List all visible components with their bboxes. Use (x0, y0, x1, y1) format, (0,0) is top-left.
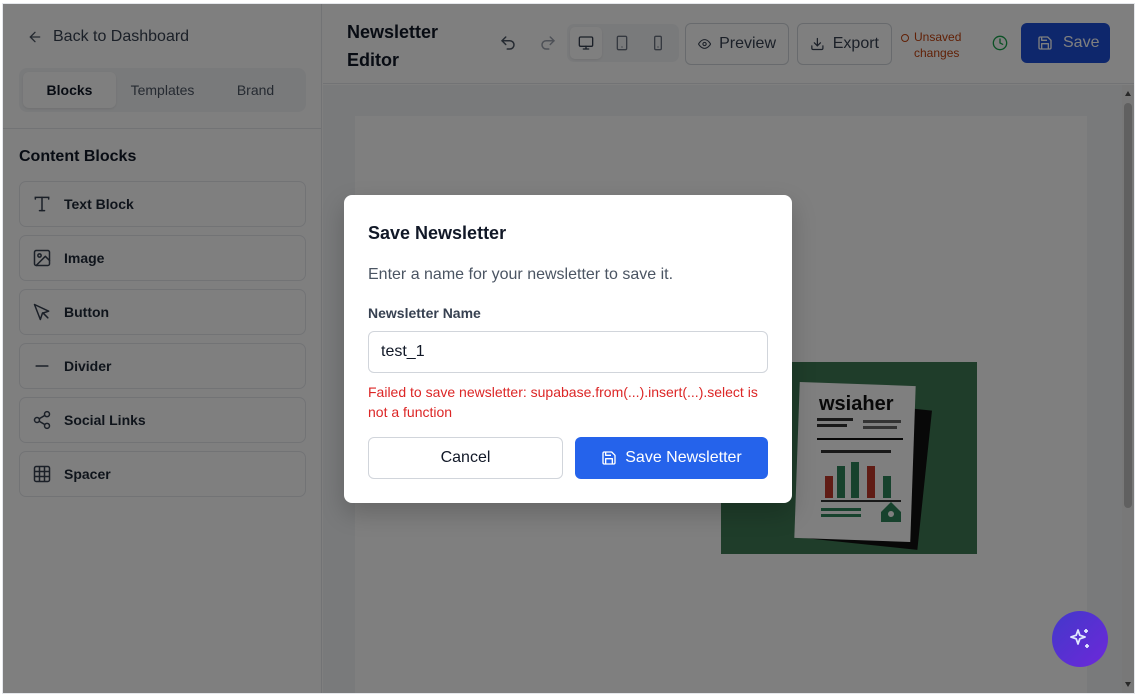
dialog-description: Enter a name for your newsletter to save… (368, 266, 674, 283)
newsletter-name-label: Newsletter Name (368, 305, 481, 321)
cancel-button[interactable]: Cancel (368, 437, 563, 479)
save-newsletter-button[interactable]: Save Newsletter (575, 437, 768, 479)
newsletter-name-input[interactable] (368, 331, 768, 373)
error-message: Failed to save newsletter: supabase.from… (368, 384, 758, 420)
save-newsletter-dialog: Save Newsletter Enter a name for your ne… (344, 195, 792, 503)
save-newsletter-label: Save Newsletter (625, 449, 742, 466)
save-icon (602, 451, 616, 465)
sparkles-icon (1070, 629, 1089, 648)
cancel-label: Cancel (440, 449, 491, 466)
dialog-title: Save Newsletter (368, 223, 507, 243)
ai-assistant-button[interactable] (1052, 611, 1108, 667)
